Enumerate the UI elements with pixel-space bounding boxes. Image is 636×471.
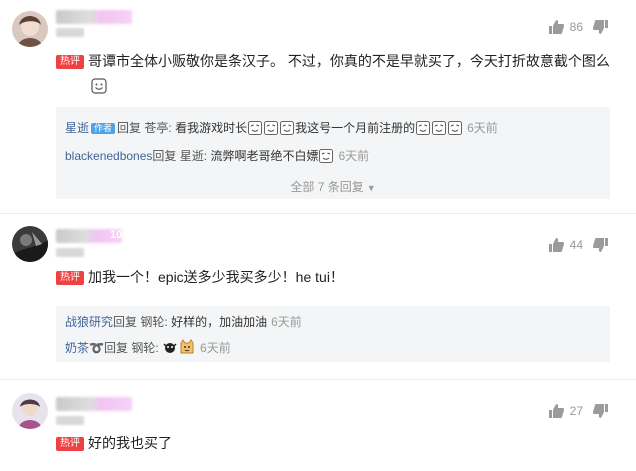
comment-text: 哥谭市全体小贩敬你是条汉子。 不过，你真的不是早就买了，今天打折故意截个图么	[88, 49, 618, 99]
chevron-down-icon: ▼	[366, 183, 376, 193]
user-meta-blurred	[56, 416, 84, 425]
comment-1: 86 热评 哥谭市全体小贩敬你是条汉子。 不过，你真的不是早就买了，今天打折故意…	[0, 0, 636, 212]
thumb-up-icon[interactable]	[548, 238, 564, 252]
like-count: 44	[569, 238, 583, 252]
thumb-down-icon[interactable]	[593, 20, 608, 34]
like-count: 27	[569, 404, 583, 418]
view-all-replies-button[interactable]: 全部 7 条回复 ▼	[56, 178, 610, 195]
comment-2: 10 44 热评 加我一个！epic送多少我买多少！he tui！ 战狼研究回复…	[0, 214, 636, 378]
reply-username[interactable]: 星逝	[65, 121, 89, 135]
reply-username[interactable]: blackenedbones	[65, 149, 152, 163]
thumb-up-icon[interactable]	[548, 404, 564, 418]
face-sticker-icon	[248, 121, 263, 135]
reply-target[interactable]: 钢轮:	[131, 341, 158, 355]
reply-time: 6天前	[271, 315, 302, 329]
hot-comment-badge: 热评	[56, 55, 84, 69]
reply-username[interactable]: 战狼研究	[65, 315, 113, 329]
reply-time: 6天前	[467, 121, 498, 135]
reply-list: 星逝 作者 回复 苍亭: 看我游戏时长 我这号一个月前注册的 6天前 blackened…	[56, 107, 610, 199]
reply-text: 流弊啊老哥绝不白嫖	[210, 149, 319, 163]
reply-item: 战狼研究回复 钢轮: 好样的，加油加油 6天前	[65, 313, 302, 330]
comment-text: 好的我也买了	[88, 435, 172, 451]
user-meta-blurred	[56, 28, 84, 37]
user-meta-blurred	[56, 248, 84, 257]
reply-target[interactable]: 星逝:	[180, 149, 207, 163]
reply-time: 6天前	[338, 149, 370, 163]
reply-text-continued: 我这号一个月前注册的	[295, 121, 416, 135]
face-sticker-icon	[280, 121, 295, 135]
like-area: 44	[548, 238, 608, 252]
comment-text: 加我一个！epic送多少我买多少！he tui！	[88, 269, 344, 285]
user-level: 10	[110, 229, 123, 241]
reply-item: 奶茶➰回复 钢轮: 6天前	[65, 339, 231, 356]
avatar[interactable]	[12, 11, 48, 47]
reply-item: 星逝 作者 回复 苍亭: 看我游戏时长 我这号一个月前注册的 6天前	[65, 119, 498, 136]
reply-target[interactable]: 苍亭:	[144, 121, 171, 135]
thumb-up-icon[interactable]	[548, 20, 564, 34]
like-count: 86	[569, 20, 583, 34]
like-area: 27	[548, 404, 608, 418]
reply-verb: 回复	[103, 341, 128, 355]
author-tag: 作者	[91, 123, 116, 134]
hot-comment-badge: 热评	[56, 271, 84, 285]
face-sticker-icon	[432, 121, 447, 135]
reply-target[interactable]: 钢轮:	[140, 315, 167, 329]
reply-time: 6天前	[200, 341, 231, 355]
like-area: 86	[548, 20, 608, 34]
thumb-down-icon[interactable]	[593, 238, 608, 252]
face-sticker-icon	[264, 121, 279, 135]
avatar[interactable]	[12, 226, 48, 262]
reply-username[interactable]: 奶茶	[65, 341, 89, 355]
reply-item: blackenedbones回复 星逝: 流弊啊老哥绝不白嫖 6天前	[65, 147, 369, 164]
cat-sticker-icon	[180, 339, 194, 354]
face-sticker-icon	[319, 149, 334, 163]
smile-emoji-icon	[91, 77, 107, 94]
thumb-down-icon[interactable]	[593, 404, 608, 418]
avatar[interactable]	[12, 393, 48, 429]
reply-text: 看我游戏时长	[175, 121, 248, 135]
reply-verb: 回复	[113, 315, 138, 329]
username-blurred[interactable]	[56, 397, 132, 411]
reply-verb: 回复	[117, 121, 142, 135]
ribbon-icon: ➰	[89, 341, 104, 355]
hot-comment-badge: 热评	[56, 437, 84, 451]
username-blurred[interactable]	[56, 10, 132, 24]
cheer-sticker-icon	[163, 343, 177, 353]
comment-3: 27 热评 好的我也买了	[0, 380, 636, 471]
reply-verb: 回复	[152, 149, 177, 163]
reply-text: 好样的，加油加油	[171, 315, 268, 329]
face-sticker-icon	[448, 121, 463, 135]
reply-list: 战狼研究回复 钢轮: 好样的，加油加油 6天前 奶茶➰回复 钢轮: 6天前	[56, 306, 610, 362]
face-sticker-icon	[416, 121, 431, 135]
